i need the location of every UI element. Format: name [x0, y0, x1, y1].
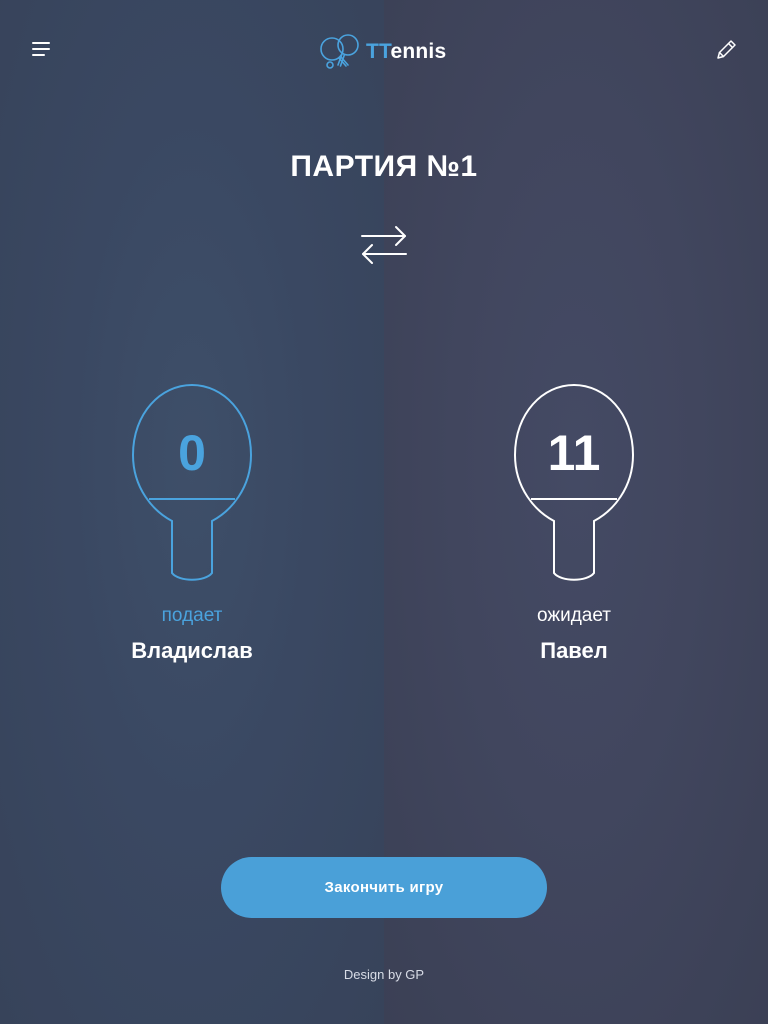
footer-credit: Design by GP — [343, 967, 425, 982]
player-left: 0 подает Владислав — [62, 380, 322, 665]
pencil-icon — [717, 40, 736, 59]
player-left-status: подает — [161, 605, 223, 626]
logo-text-rest: ennis — [390, 40, 447, 63]
score-paddle-right[interactable]: 11 — [509, 380, 639, 585]
swap-players-button[interactable] — [358, 220, 410, 268]
score-left: 0 — [178, 425, 206, 481]
swap-arrows-icon — [361, 226, 407, 264]
logo-text-accent: TT — [366, 40, 391, 63]
hamburger-menu-icon[interactable] — [26, 36, 58, 64]
ping-pong-paddles-icon — [320, 34, 359, 69]
paddle-left-icon — [131, 383, 253, 581]
player-right-status: ожидает — [537, 605, 611, 626]
edit-button[interactable] — [710, 34, 742, 66]
score-paddle-left[interactable]: 0 — [127, 380, 257, 585]
game-screen: TTennis ПАРТИЯ №1 0 подает Владислав 11 … — [0, 0, 768, 1024]
finish-game-button[interactable]: Закончить игру — [221, 857, 547, 918]
player-right-name: Павел — [540, 638, 608, 663]
app-logo: TTennis — [318, 32, 446, 72]
player-right: 11 ожидает Павел — [444, 380, 704, 665]
paddle-right-icon — [513, 383, 635, 581]
score-right: 11 — [547, 425, 601, 481]
game-title: ПАРТИЯ №1 — [290, 150, 478, 183]
logo-text: TTennis — [366, 40, 446, 64]
player-left-name: Владислав — [131, 638, 253, 663]
